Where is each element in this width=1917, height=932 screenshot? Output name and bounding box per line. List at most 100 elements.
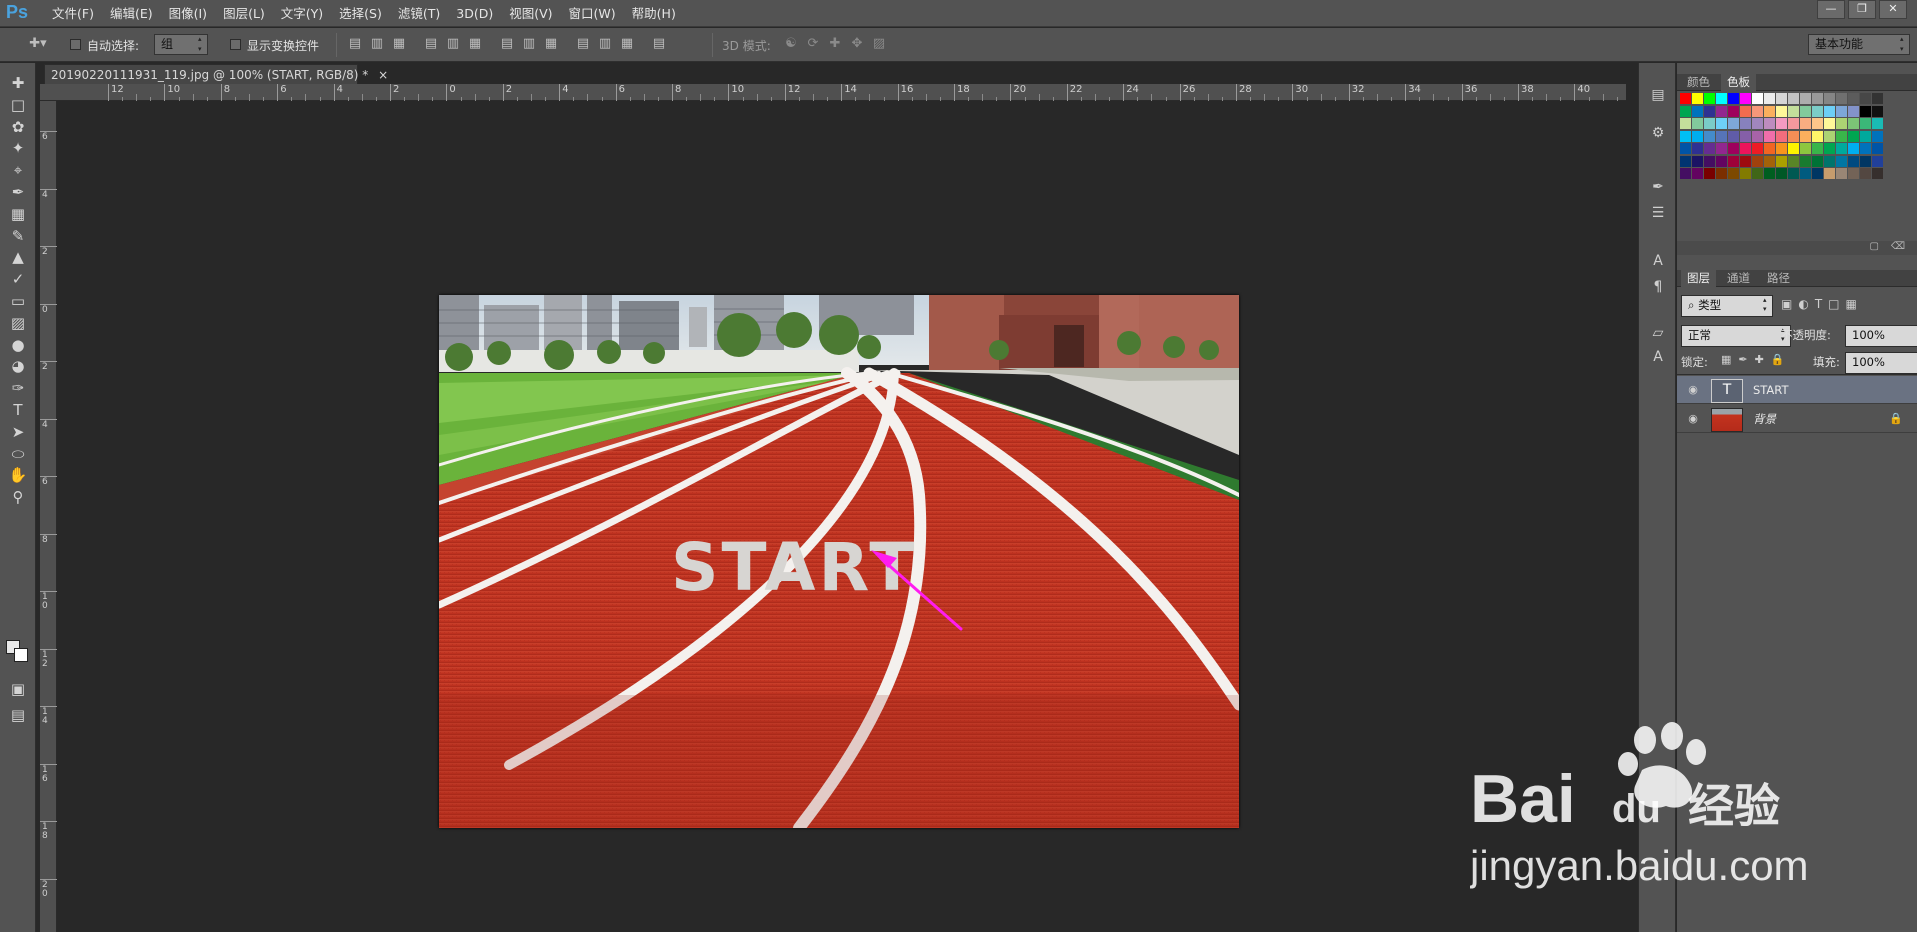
mode-3d-icon[interactable]: ✚ — [826, 36, 844, 51]
color-swatch[interactable] — [1728, 130, 1739, 142]
color-swatch[interactable] — [1836, 118, 1847, 129]
color-swatch[interactable] — [1704, 143, 1715, 154]
character-icon[interactable]: A — [1645, 249, 1671, 273]
color-swatch[interactable] — [1800, 143, 1811, 154]
color-swatch[interactable] — [1740, 130, 1751, 142]
color-swatch[interactable] — [1860, 143, 1871, 154]
menu-item[interactable]: 图像(I) — [161, 0, 215, 27]
history-icon[interactable]: ▤ — [1645, 83, 1671, 107]
color-swatch[interactable] — [1860, 118, 1871, 129]
color-swatch[interactable] — [1692, 143, 1703, 154]
color-swatch[interactable] — [1716, 130, 1727, 142]
color-swatch[interactable] — [1704, 105, 1715, 117]
color-swatch[interactable] — [1752, 155, 1763, 167]
filter-pixel-icon[interactable]: ▣ — [1781, 297, 1792, 315]
move-tool-icon[interactable]: ✚ — [4, 71, 32, 95]
show-transform-checkbox[interactable] — [230, 39, 241, 50]
tab-swatches[interactable]: 色板 — [1721, 74, 1756, 91]
lock-position-icon[interactable]: ✚ — [1755, 353, 1764, 369]
color-swatch[interactable] — [1812, 155, 1823, 167]
layer-row-start[interactable]: ◉ T START — [1677, 376, 1917, 404]
align-distribute-icon[interactable]: ▦ — [466, 36, 484, 51]
color-swatch[interactable] — [1692, 118, 1703, 129]
color-swatch[interactable] — [1740, 118, 1751, 129]
move-tool-preset-icon[interactable]: ✚▾ — [20, 36, 56, 54]
color-swatch[interactable] — [1776, 155, 1787, 167]
color-swatch[interactable] — [1836, 105, 1847, 117]
color-swatch[interactable] — [1848, 143, 1859, 154]
type-tool-icon[interactable]: T — [4, 398, 32, 422]
color-swatch[interactable] — [1728, 93, 1739, 104]
color-swatch[interactable] — [1848, 93, 1859, 104]
align-distribute-icon[interactable]: ▤ — [650, 36, 668, 51]
mode-3d-icon[interactable]: ✥ — [848, 36, 866, 51]
color-swatch[interactable] — [1692, 155, 1703, 167]
color-swatch[interactable] — [1788, 118, 1799, 129]
color-swatch[interactable] — [1776, 118, 1787, 129]
color-swatch[interactable] — [1824, 93, 1835, 104]
color-swatch[interactable] — [1776, 168, 1787, 179]
filter-type-icon[interactable]: T — [1815, 297, 1822, 315]
workspace-dropdown[interactable]: 基本功能 — [1808, 34, 1910, 55]
tab-layers[interactable]: 图层 — [1681, 270, 1716, 287]
color-swatch[interactable] — [1872, 118, 1883, 129]
color-swatch[interactable] — [1704, 130, 1715, 142]
color-swatch[interactable] — [1872, 168, 1883, 179]
align-distribute-icon[interactable]: ▤ — [498, 36, 516, 51]
menu-item[interactable]: 窗口(W) — [561, 0, 624, 27]
blend-mode-dropdown[interactable]: 正常 — [1681, 325, 1791, 347]
zoom-tool-icon[interactable]: ⚲ — [4, 485, 32, 509]
dodge-tool-icon[interactable]: ◕ — [4, 354, 32, 378]
color-swatch[interactable] — [1716, 105, 1727, 117]
color-swatch[interactable] — [1812, 143, 1823, 154]
filter-smart-icon[interactable]: ▦ — [1846, 297, 1857, 315]
color-swatch[interactable] — [1728, 168, 1739, 179]
clone-source-icon[interactable]: ▱ — [1645, 321, 1671, 345]
pen-tool-icon[interactable]: ✑ — [4, 376, 32, 400]
menu-item[interactable]: 图层(L) — [215, 0, 273, 27]
tab-color[interactable]: 颜色 — [1681, 74, 1716, 91]
align-distribute-icon[interactable]: ▦ — [542, 36, 560, 51]
color-swatch[interactable] — [1860, 130, 1871, 142]
mode-3d-icon[interactable]: ☯ — [782, 36, 800, 51]
color-swatch[interactable] — [1764, 168, 1775, 179]
brush-preset-icon[interactable]: ✒ — [1645, 175, 1671, 199]
color-swatch[interactable] — [1800, 168, 1811, 179]
color-swatch[interactable] — [1704, 93, 1715, 104]
color-swatch[interactable] — [1776, 105, 1787, 117]
properties-icon[interactable]: ⚙ — [1645, 121, 1671, 145]
ellipse-tool-icon[interactable]: ⬭ — [4, 442, 32, 466]
color-swatch[interactable] — [1836, 168, 1847, 179]
color-swatch[interactable] — [1872, 93, 1883, 104]
lasso-tool-icon[interactable]: ✿ — [4, 115, 32, 139]
color-swatch[interactable] — [1728, 105, 1739, 117]
menu-item[interactable]: 编辑(E) — [102, 0, 161, 27]
color-swatch[interactable] — [1680, 130, 1691, 142]
color-swatch[interactable] — [1788, 93, 1799, 104]
close-window-icon[interactable]: ✕ — [1879, 0, 1907, 19]
color-swatch[interactable] — [1752, 143, 1763, 154]
color-swatch[interactable] — [1764, 143, 1775, 154]
history-brush-icon[interactable]: ✓ — [4, 267, 32, 291]
quick-mask-icon[interactable]: ▣ — [4, 677, 32, 701]
eye-icon[interactable]: ◉ — [1686, 383, 1700, 397]
healing-brush-icon[interactable]: ▦ — [4, 202, 32, 226]
tab-paths[interactable]: 路径 — [1761, 270, 1796, 287]
layer-row-background[interactable]: ◉ 背景 🔒 — [1677, 405, 1917, 433]
close-tab-icon[interactable]: × — [378, 68, 388, 82]
color-swatch[interactable] — [1680, 143, 1691, 154]
color-swatch[interactable] — [1872, 130, 1883, 142]
menu-item[interactable]: 选择(S) — [331, 0, 390, 27]
color-swatch[interactable] — [1836, 155, 1847, 167]
color-swatch[interactable] — [1680, 155, 1691, 167]
color-swatch[interactable] — [1860, 155, 1871, 167]
color-swatch[interactable] — [1764, 93, 1775, 104]
menu-item[interactable]: 3D(D) — [448, 0, 501, 27]
color-swatch[interactable] — [1740, 168, 1751, 179]
align-distribute-icon[interactable]: ▦ — [390, 36, 408, 51]
color-swatch[interactable] — [1728, 155, 1739, 167]
color-swatch[interactable] — [1764, 118, 1775, 129]
color-swatch[interactable] — [1824, 118, 1835, 129]
color-swatch[interactable] — [1824, 130, 1835, 142]
color-swatch[interactable] — [1692, 93, 1703, 104]
